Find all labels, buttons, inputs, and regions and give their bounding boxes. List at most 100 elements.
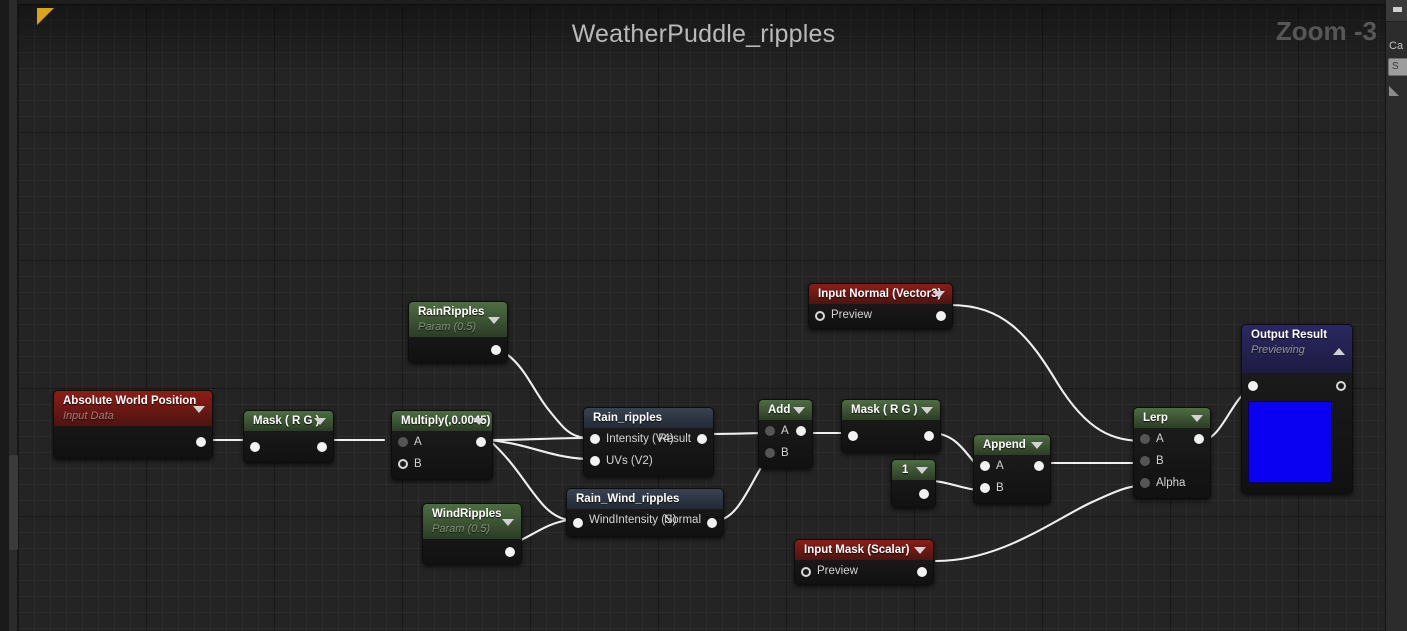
- output-pin[interactable]: [917, 567, 927, 577]
- chevron-down-icon[interactable]: [502, 518, 514, 526]
- input-pin-alpha[interactable]: [1140, 478, 1150, 488]
- input-pin-a[interactable]: [398, 437, 408, 447]
- input-pin-b[interactable]: [980, 483, 990, 493]
- chevron-down-icon[interactable]: [488, 316, 500, 324]
- input-pin-windintensity[interactable]: [573, 517, 583, 528]
- node-header[interactable]: Rain_ripples: [584, 408, 713, 428]
- node-header[interactable]: RainRipples Param (0.5): [409, 302, 507, 337]
- node-header[interactable]: Absolute World Position Input Data: [54, 391, 212, 426]
- node-title: Append: [983, 439, 1026, 451]
- node-header[interactable]: Mask ( R G ): [842, 400, 940, 420]
- node-body: [423, 539, 521, 564]
- preview-input-pin[interactable]: [815, 311, 825, 321]
- chevron-down-icon[interactable]: [473, 418, 485, 425]
- panel-collapse-icon[interactable]: [1389, 86, 1399, 96]
- graph-vertical-scrollbar[interactable]: [9, 0, 18, 631]
- output-pin[interactable]: [505, 546, 515, 557]
- chevron-down-icon[interactable]: [1031, 442, 1043, 449]
- node-body: A B: [759, 420, 812, 468]
- output-pin-result[interactable]: [1336, 381, 1346, 391]
- node-header[interactable]: Lerp: [1134, 408, 1210, 428]
- input-pin[interactable]: [848, 431, 858, 441]
- node-wind-ripples-param[interactable]: WindRipples Param (0.5): [422, 503, 522, 565]
- node-input-normal[interactable]: Input Normal (Vector3) Preview: [808, 283, 953, 329]
- node-header[interactable]: Add: [759, 400, 812, 420]
- output-pin-result[interactable]: [697, 434, 707, 444]
- node-append[interactable]: Append A B: [973, 434, 1051, 504]
- output-pin[interactable]: [196, 437, 206, 447]
- chevron-down-icon[interactable]: [916, 467, 928, 474]
- node-title: Mask ( R G ): [851, 404, 918, 416]
- right-side-panel[interactable]: Ca S: [1385, 0, 1407, 631]
- chevron-down-icon[interactable]: [314, 418, 326, 425]
- node-mask-rg-1[interactable]: Mask ( R G ): [243, 410, 334, 463]
- output-pin[interactable]: [936, 311, 946, 321]
- output-pin[interactable]: [1034, 461, 1044, 471]
- node-title: WindRipples: [432, 508, 502, 520]
- chevron-down-icon[interactable]: [914, 547, 926, 554]
- node-subtitle: Input Data: [63, 410, 114, 422]
- node-absolute-world-position[interactable]: Absolute World Position Input Data: [53, 390, 213, 459]
- output-pin[interactable]: [924, 431, 934, 441]
- pin-row-uvs: UVs (V2): [584, 450, 713, 472]
- scrollbar-thumb[interactable]: [9, 455, 18, 550]
- input-pin-a[interactable]: [765, 426, 775, 436]
- chevron-down-icon[interactable]: [193, 405, 205, 413]
- node-rain-wind-ripples-function[interactable]: Rain_Wind_ripples WindIntensity (S) Norm…: [566, 488, 724, 537]
- chevron-up-icon[interactable]: [1333, 348, 1345, 355]
- output-pin[interactable]: [796, 426, 806, 436]
- preview-input-pin[interactable]: [801, 567, 811, 577]
- node-title: RainRipples: [418, 306, 485, 318]
- node-body: [244, 431, 333, 462]
- node-add[interactable]: Add A B: [758, 399, 813, 469]
- panel-search-input[interactable]: S: [1388, 58, 1407, 76]
- panel-tab-icon[interactable]: [1393, 7, 1402, 12]
- input-pin-row-a: A: [759, 420, 812, 442]
- preview-pin-row: Preview: [809, 304, 952, 328]
- material-graph-canvas[interactable]: WeatherPuddle_ripples Zoom -3 Absolute W…: [18, 4, 1389, 631]
- node-input-mask[interactable]: Input Mask (Scalar) Preview: [794, 539, 934, 585]
- zoom-level-label: Zoom -3: [1275, 16, 1377, 46]
- output-pin[interactable]: [476, 437, 486, 447]
- chevron-down-icon[interactable]: [793, 407, 805, 414]
- node-header[interactable]: Append: [974, 435, 1050, 455]
- input-pin-intensity[interactable]: [590, 434, 600, 444]
- pin-row: [842, 420, 940, 452]
- node-header[interactable]: Mask ( R G ): [244, 411, 333, 431]
- output-pin[interactable]: [919, 488, 929, 499]
- node-lerp[interactable]: Lerp A B Alpha: [1133, 407, 1211, 499]
- node-header[interactable]: Rain_Wind_ripples: [567, 489, 723, 509]
- node-body: [892, 480, 935, 507]
- node-header[interactable]: Input Normal (Vector3): [809, 284, 952, 304]
- panel-tab-strip[interactable]: [1386, 0, 1407, 22]
- input-pin-a[interactable]: [1140, 434, 1150, 444]
- input-pin-row-b: B: [1134, 450, 1210, 472]
- node-constant-one[interactable]: 1: [891, 459, 936, 508]
- node-output-result[interactable]: Output Result Previewing: [1241, 324, 1353, 494]
- chevron-down-icon[interactable]: [933, 291, 945, 298]
- node-header[interactable]: 1: [892, 460, 935, 480]
- graph-title: WeatherPuddle_ripples: [571, 20, 836, 48]
- output-pin[interactable]: [1194, 434, 1204, 444]
- chevron-down-icon[interactable]: [921, 407, 933, 414]
- node-mask-rg-2[interactable]: Mask ( R G ): [841, 399, 941, 453]
- input-pin-uvs[interactable]: [590, 456, 600, 466]
- output-pin-normal[interactable]: [707, 517, 717, 528]
- input-pin[interactable]: [250, 441, 260, 452]
- input-pin-b[interactable]: [765, 448, 775, 458]
- input-pin-b[interactable]: [1140, 456, 1150, 466]
- node-rain-ripples-param[interactable]: RainRipples Param (0.5): [408, 301, 508, 363]
- input-pin-a[interactable]: [980, 461, 990, 471]
- node-rain-ripples-function[interactable]: Rain_ripples Intensity (V4) Result UVs (…: [583, 407, 714, 477]
- node-header[interactable]: Output Result Previewing: [1242, 325, 1352, 373]
- node-header[interactable]: Multiply(,0.0045): [392, 411, 492, 431]
- input-pin-result[interactable]: [1248, 381, 1258, 391]
- input-pin-b[interactable]: [398, 459, 408, 469]
- node-multiply[interactable]: Multiply(,0.0045) A B: [391, 410, 493, 480]
- chevron-down-icon[interactable]: [1191, 415, 1203, 422]
- input-label-a: A: [996, 460, 1004, 472]
- node-header[interactable]: WindRipples Param (0.5): [423, 504, 521, 539]
- output-pin[interactable]: [491, 344, 501, 355]
- output-pin[interactable]: [317, 441, 327, 452]
- node-header[interactable]: Input Mask (Scalar): [795, 540, 933, 560]
